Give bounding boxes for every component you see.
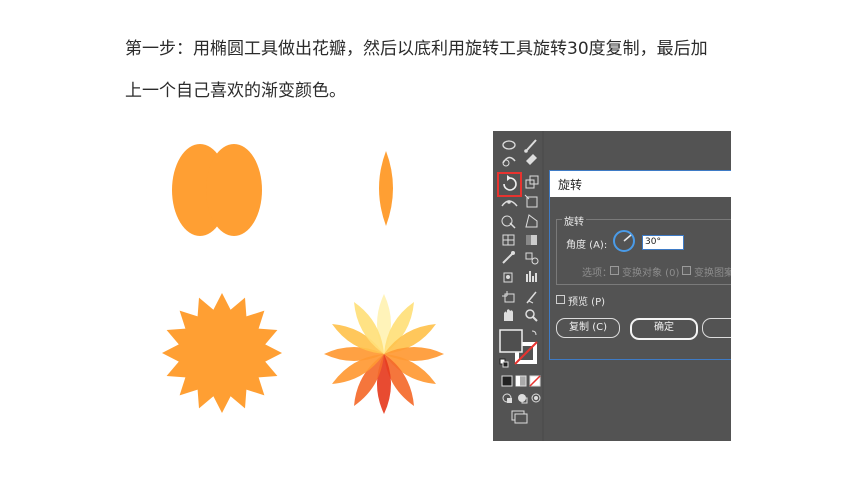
- column-graph-tool-icon[interactable]: [526, 271, 537, 282]
- single-petal: [379, 151, 393, 226]
- rotate-tool-highlight: [497, 172, 522, 197]
- zoom-tool-icon[interactable]: [525, 309, 538, 322]
- draw-behind-icon[interactable]: [518, 394, 528, 404]
- dialog-title-bar[interactable]: 旋转: [550, 171, 731, 197]
- scale-tool-icon[interactable]: [525, 175, 539, 189]
- flower-illustrations: [162, 144, 444, 414]
- flower-gradient: [324, 294, 444, 414]
- artboard-tool-icon[interactable]: [502, 291, 515, 303]
- transform-patterns-checkbox[interactable]: [682, 266, 691, 275]
- hand-tool-icon[interactable]: [504, 309, 513, 321]
- angle-input[interactable]: 30°: [642, 235, 684, 250]
- draw-inside-icon[interactable]: [531, 393, 541, 403]
- angle-label: 角度 (A):: [566, 240, 608, 251]
- options-label: 选项：: [582, 268, 612, 279]
- none-mode-icon[interactable]: [529, 375, 541, 387]
- paintbrush-tool-icon[interactable]: [524, 139, 537, 153]
- gradient-mode-icon[interactable]: [515, 375, 527, 387]
- eyedropper-tool-icon[interactable]: [502, 251, 515, 264]
- flower-solid-shape: [162, 293, 282, 413]
- gradient-tool-icon[interactable]: [526, 235, 537, 245]
- rotate-tool-icon[interactable]: [503, 175, 517, 191]
- slice-tool-icon[interactable]: [526, 291, 537, 304]
- shape-builder-tool-icon[interactable]: [501, 215, 516, 229]
- petal-ellipse-right: [206, 144, 262, 236]
- width-tool-icon[interactable]: [501, 200, 518, 207]
- perspective-grid-tool-icon[interactable]: [525, 214, 538, 228]
- shaper-tool-icon[interactable]: [502, 156, 516, 167]
- angle-dial-icon[interactable]: [612, 229, 636, 253]
- transform-objects-checkbox[interactable]: [610, 266, 619, 275]
- default-colors-icon[interactable]: [499, 358, 509, 368]
- two-ellipse-petals: [172, 144, 262, 236]
- ellipse-tool-icon[interactable]: [502, 140, 516, 150]
- rotate-group-label: 旋转: [562, 213, 586, 228]
- transform-patterns-label: 变换图案: [694, 268, 731, 279]
- flower-solid-orange: [162, 293, 282, 413]
- blend-tool-icon[interactable]: [525, 252, 539, 265]
- copy-button[interactable]: 复制 (C): [556, 318, 620, 338]
- swap-colors-icon[interactable]: [531, 330, 537, 336]
- draw-normal-icon[interactable]: [502, 393, 512, 403]
- rotate-dialog: 旋转 旋转 角度 (A): 30° 选项： 变换对象 (0) 变换图案 预览 (…: [549, 170, 731, 360]
- tools-panel: [493, 131, 545, 441]
- mesh-tool-icon[interactable]: [502, 234, 515, 246]
- ok-button[interactable]: 确定: [630, 318, 698, 340]
- screen-mode-icon[interactable]: [511, 410, 528, 424]
- illustrator-screenshot: 旋转 旋转 角度 (A): 30° 选项： 变换对象 (0) 变换图案 预览 (…: [493, 131, 731, 441]
- symbol-sprayer-tool-icon[interactable]: [503, 272, 513, 283]
- preview-checkbox[interactable]: [556, 295, 565, 304]
- eraser-tool-icon[interactable]: [526, 154, 537, 165]
- preview-label: 预览 (P): [568, 297, 606, 308]
- dialog-title: 旋转: [558, 178, 583, 192]
- cancel-button[interactable]: [702, 318, 731, 338]
- transform-objects-label: 变换对象 (0): [622, 268, 680, 279]
- color-mode-icon[interactable]: [501, 375, 513, 387]
- fill-swatch-icon[interactable]: [499, 329, 523, 353]
- free-transform-tool-icon[interactable]: [524, 194, 538, 208]
